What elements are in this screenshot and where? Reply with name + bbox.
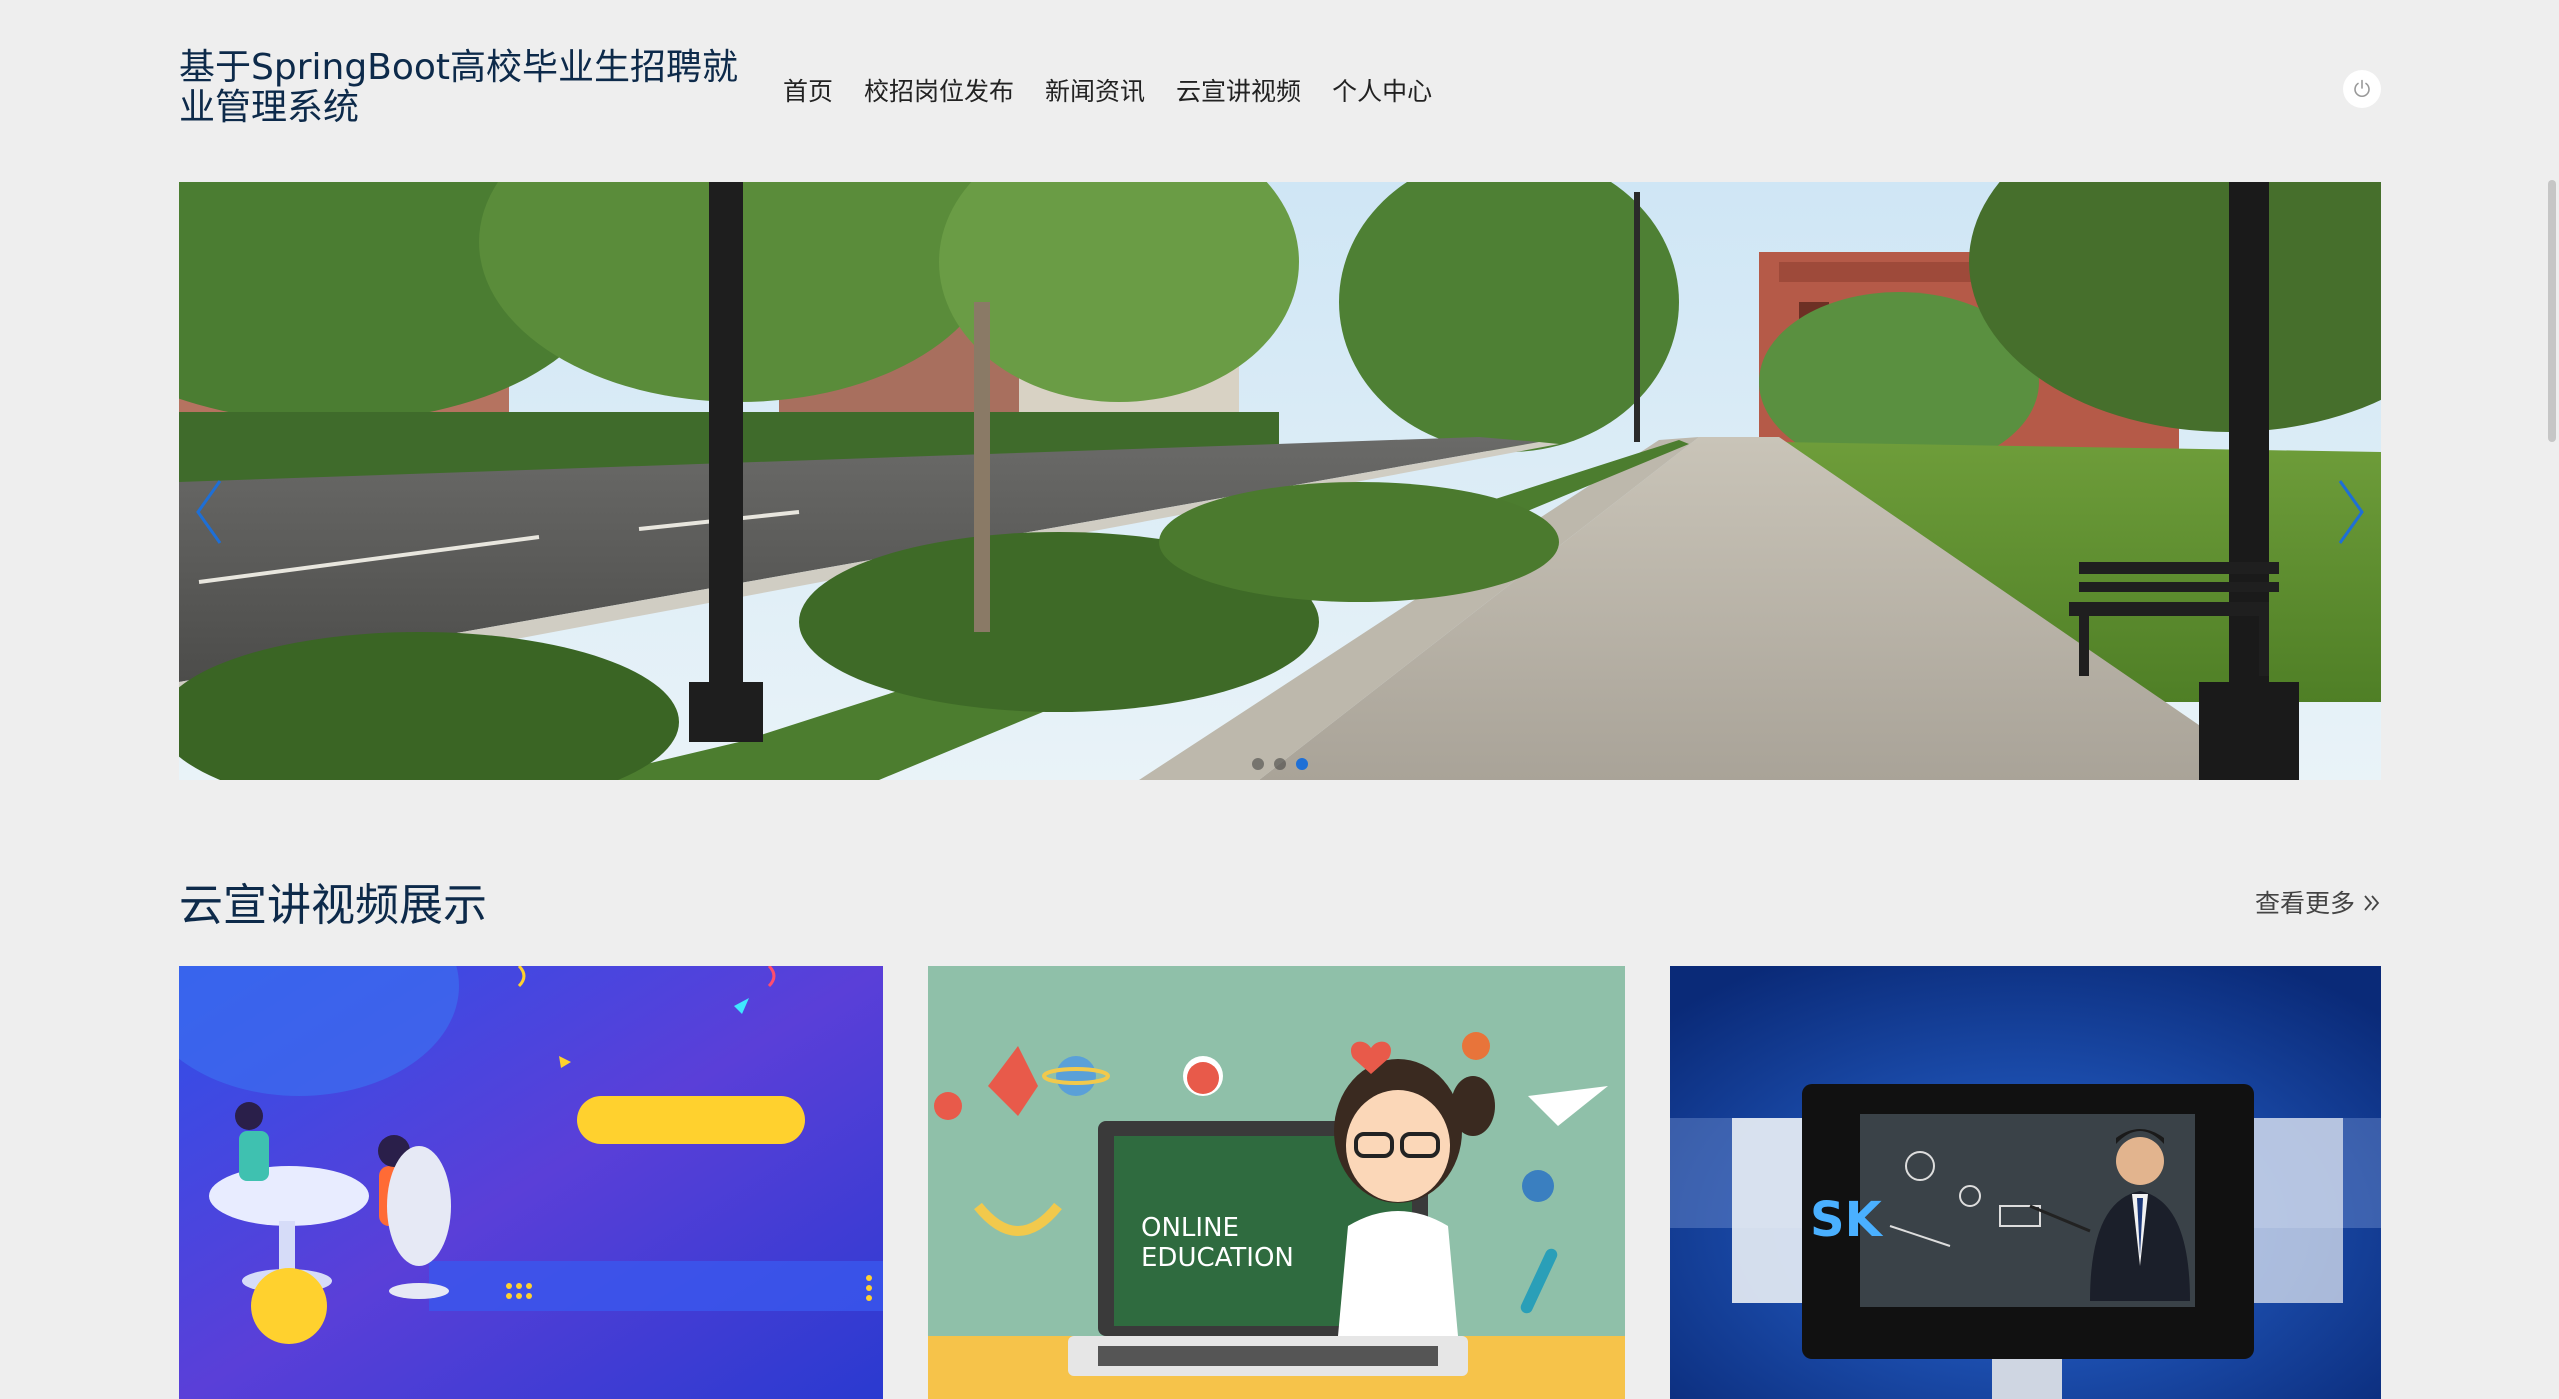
video-card[interactable] <box>179 966 883 1399</box>
section-title: 云宣讲视频展示 <box>179 880 487 931</box>
view-more-label: 查看更多 <box>2255 889 2356 918</box>
nav-item-videos[interactable]: 云宣讲视频 <box>1176 74 1301 110</box>
online-education-illustration: ONLINE EDUCATION <box>928 966 1625 1399</box>
header: 基于SpringBoot高校毕业生招聘就业管理系统 首页 校招岗位发布 新闻资讯… <box>179 0 2381 180</box>
banner-image <box>179 182 2381 780</box>
nav-item-home[interactable]: 首页 <box>783 74 833 110</box>
video-card[interactable]: ONLINE EDUCATION <box>928 966 1625 1399</box>
page-scrollbar[interactable] <box>2545 0 2559 1399</box>
view-more-link[interactable]: 查看更多 <box>2255 886 2381 922</box>
nav-item-news[interactable]: 新闻资讯 <box>1045 74 1145 110</box>
meeting-illustration <box>179 966 883 1399</box>
nav-item-jobs[interactable]: 校招岗位发布 <box>864 74 1014 110</box>
teacher-presentation-photo: SK <box>1670 966 2381 1399</box>
carousel-dot[interactable] <box>1252 758 1264 770</box>
carousel-dot[interactable] <box>1274 758 1286 770</box>
logout-button[interactable] <box>2343 70 2381 108</box>
site-title: 基于SpringBoot高校毕业生招聘就业管理系统 <box>179 47 739 128</box>
carousel-next-button[interactable] <box>2329 472 2373 552</box>
scrollbar-thumb[interactable] <box>2548 180 2556 442</box>
slide-text: SK <box>1810 1192 1884 1248</box>
chevron-right-icon <box>2338 480 2364 544</box>
video-card[interactable]: SK <box>1670 966 2381 1399</box>
carousel-dot-active[interactable] <box>1296 758 1308 770</box>
education-board-text: ONLINE <box>1141 1213 1239 1243</box>
power-icon <box>2354 79 2370 97</box>
education-board-text: EDUCATION <box>1141 1243 1294 1273</box>
page: 基于SpringBoot高校毕业生招聘就业管理系统 首页 校招岗位发布 新闻资讯… <box>0 0 2559 1399</box>
nav-item-profile[interactable]: 个人中心 <box>1332 74 1432 110</box>
chevron-left-icon <box>196 480 222 544</box>
carousel-indicators <box>179 758 2381 770</box>
carousel-prev-button[interactable] <box>187 472 231 552</box>
main-nav: 首页 校招岗位发布 新闻资讯 云宣讲视频 个人中心 <box>783 74 1463 110</box>
double-chevron-right-icon <box>2364 895 2380 911</box>
banner-carousel[interactable] <box>179 182 2381 780</box>
